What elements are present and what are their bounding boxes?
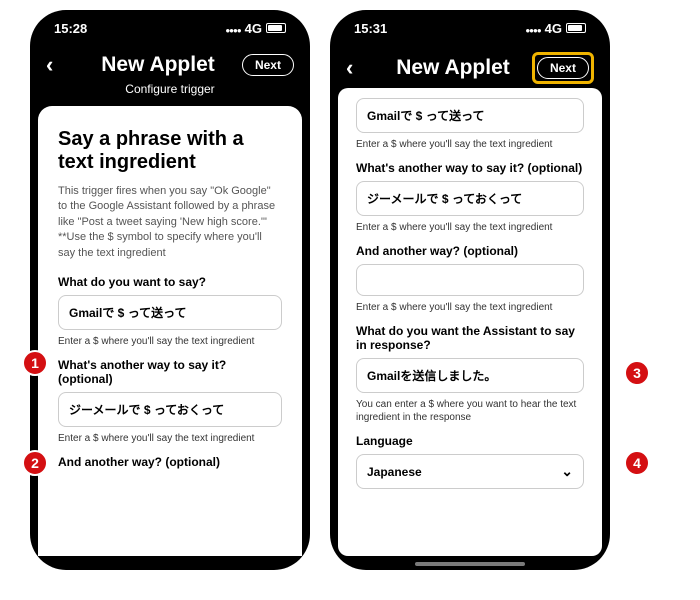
phrase-input-2-value: ジーメールで $ っておくって [69,401,224,418]
card-title: Say a phrase with a text ingredient [58,128,282,174]
callout-badge-2: 2 [22,450,48,476]
status-right: 4G [225,21,286,36]
question-3-label: And another way? (optional) [58,455,282,469]
language-label: Language [356,434,584,448]
network-label: 4G [545,21,562,36]
phrase-input-3[interactable] [356,264,584,296]
network-label: 4G [245,21,262,36]
question-2-label: What's another way to say it? (optional) [58,358,282,386]
page-title: New Applet [101,53,215,77]
phrase-input-2-value: ジーメールで $ っておくって [367,190,522,207]
subheader: Configure trigger [30,82,310,106]
phrase-input-1[interactable]: Gmailで $ って送って [356,98,584,133]
app-header: ‹ New Applet Next [30,46,310,82]
status-bar: 15:28 4G [30,10,310,46]
question-3-label: And another way? (optional) [356,244,584,258]
phrase-input-1-value: Gmailで $ って送って [367,107,485,124]
hint-1: Enter a $ where you'll say the text ingr… [356,138,584,151]
card-description: This trigger fires when you say "Ok Goog… [58,184,282,261]
status-right: 4G [525,21,586,36]
hint-3: Enter a $ where you'll say the text ingr… [356,301,584,314]
question-4-label: What do you want the Assistant to say in… [356,324,584,352]
question-1-label: What do you want to say? [58,275,282,289]
next-button[interactable]: Next [242,54,294,76]
back-button[interactable]: ‹ [346,55,374,81]
response-input[interactable]: Gmailを送信しました。 [356,358,584,393]
callout-badge-4: 4 [624,450,650,476]
response-input-value: Gmailを送信しました。 [367,367,496,384]
config-card: Gmailで $ って送って Enter a $ where you'll sa… [338,88,602,556]
app-header: ‹ New Applet Next [330,46,610,88]
callout-badge-1: 1 [22,350,48,376]
next-button[interactable]: Next [537,57,589,79]
phrase-input-2[interactable]: ジーメールで $ っておくって [58,392,282,427]
callout-badge-3: 3 [624,360,650,386]
language-value: Japanese [367,465,422,479]
hint-4: You can enter a $ where you want to hear… [356,398,584,424]
phrase-input-1-value: Gmailで $ って送って [69,304,187,321]
hint-2: Enter a $ where you'll say the text ingr… [58,432,282,445]
hint-1: Enter a $ where you'll say the text ingr… [58,335,282,348]
question-2-label: What's another way to say it? (optional) [356,161,584,175]
signal-icon [525,21,540,36]
home-indicator [115,562,225,566]
back-button[interactable]: ‹ [46,52,74,78]
config-card: Say a phrase with a text ingredient This… [38,106,302,556]
phrase-input-1[interactable]: Gmailで $ って送って [58,295,282,330]
chevron-down-icon: ⌄ [561,463,573,480]
next-highlight: Next [532,52,594,84]
signal-icon [225,21,240,36]
hint-2: Enter a $ where you'll say the text ingr… [356,221,584,234]
phone-right: 15:31 4G ‹ New Applet Next Gmailで $ って送っ… [330,10,610,570]
battery-icon [266,23,286,33]
status-time: 15:28 [54,21,87,36]
phone-left: 15:28 4G ‹ New Applet Next Configure tri… [30,10,310,570]
phrase-input-2[interactable]: ジーメールで $ っておくって [356,181,584,216]
status-bar: 15:31 4G [330,10,610,46]
language-select[interactable]: Japanese ⌄ [356,454,584,489]
page-title: New Applet [396,56,510,80]
home-indicator [415,562,525,566]
status-time: 15:31 [354,21,387,36]
battery-icon [566,23,586,33]
